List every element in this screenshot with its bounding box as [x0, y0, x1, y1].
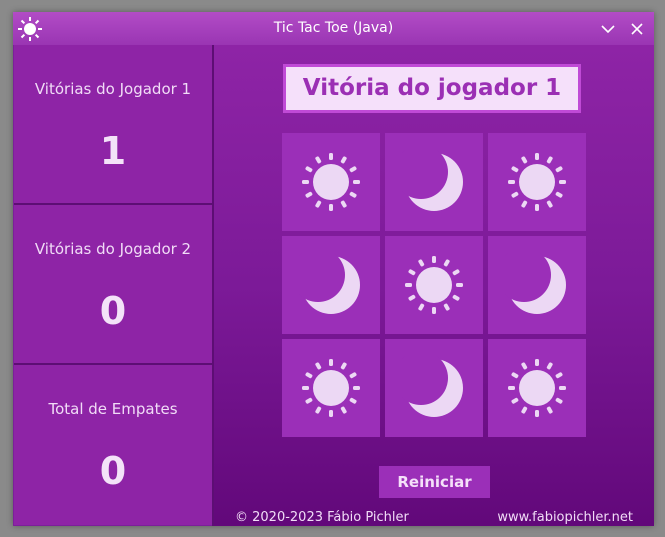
moon-icon	[402, 150, 463, 211]
player2-wins-panel: Vitórias do Jogador 2 0	[14, 205, 212, 365]
sun-icon	[302, 359, 360, 417]
board-cell[interactable]	[488, 339, 586, 437]
moon-icon	[402, 356, 463, 417]
moon-icon	[505, 253, 566, 314]
sun-icon	[302, 153, 360, 211]
board-cell[interactable]	[282, 339, 380, 437]
title-bar[interactable]: Tic Tac Toe (Java)	[13, 12, 654, 45]
player1-wins-panel: Vitórias do Jogador 1 1	[14, 45, 212, 205]
stats-sidebar: Vitórias do Jogador 1 1 Vitórias do Joga…	[14, 45, 212, 525]
board-cell[interactable]	[385, 236, 483, 334]
website-link[interactable]: www.fabiopichler.net	[497, 510, 633, 525]
draws-panel: Total de Empates 0	[14, 365, 212, 523]
restart-button[interactable]: Reiniciar	[379, 466, 490, 498]
player1-wins-value: 1	[99, 129, 127, 173]
draws-value: 0	[99, 449, 127, 493]
game-area: Vitória do jogador 1 Reiniciar © 2020-20…	[214, 45, 654, 526]
board-cell[interactable]	[282, 236, 380, 334]
app-window: Tic Tac Toe (Java) Vitórias do Jogador 1…	[13, 12, 654, 526]
draws-label: Total de Empates	[48, 400, 178, 418]
board-cell[interactable]	[488, 133, 586, 231]
player2-wins-value: 0	[99, 289, 127, 333]
window-title: Tic Tac Toe (Java)	[273, 20, 394, 36]
sun-icon	[405, 256, 463, 314]
board-cell[interactable]	[385, 133, 483, 231]
board-cell[interactable]	[385, 339, 483, 437]
minimize-chevron-icon[interactable]	[598, 19, 618, 39]
close-icon[interactable]	[627, 19, 647, 39]
copyright-text: © 2020-2023 Fábio Pichler	[235, 510, 409, 525]
board-cell[interactable]	[488, 236, 586, 334]
sun-icon	[508, 153, 566, 211]
moon-icon	[299, 253, 360, 314]
player1-wins-label: Vitórias do Jogador 1	[34, 80, 192, 98]
result-banner: Vitória do jogador 1	[283, 64, 581, 113]
board-cell[interactable]	[282, 133, 380, 231]
sun-icon	[508, 359, 566, 417]
player2-wins-label: Vitórias do Jogador 2	[34, 240, 192, 258]
